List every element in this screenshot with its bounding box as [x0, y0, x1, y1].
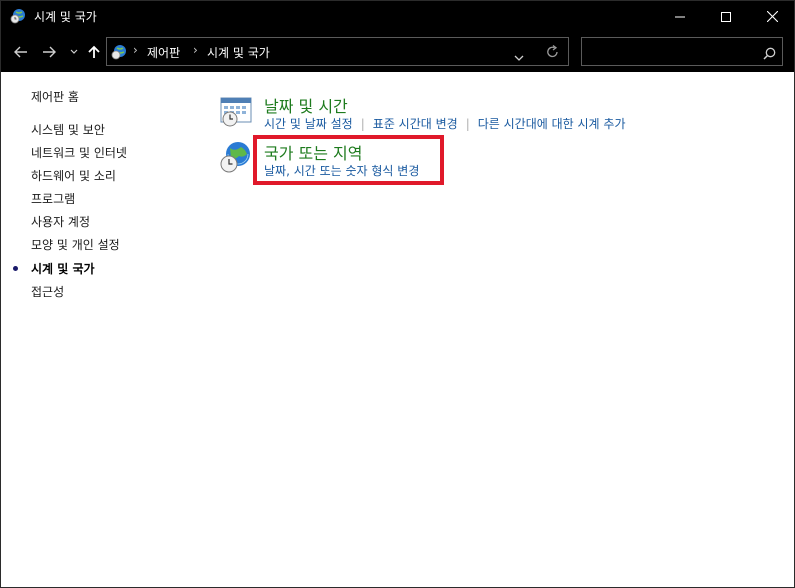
sidebar-item-control-panel-home[interactable]: 제어판 홈	[31, 88, 79, 105]
address-dropdown-button[interactable]	[514, 47, 524, 66]
up-button[interactable]	[84, 42, 104, 62]
link-add-clocks[interactable]: 다른 시간대에 대한 시계 추가	[478, 117, 626, 131]
link-divider: |	[465, 117, 470, 131]
highlight-box	[253, 135, 444, 185]
refresh-icon	[547, 44, 558, 58]
link-set-time-date[interactable]: 시간 및 날짜 설정	[264, 117, 353, 131]
minimize-button[interactable]	[657, 1, 703, 32]
category-links-date-time: 시간 및 날짜 설정 | 표준 시간대 변경 | 다른 시간대에 대한 시계 추가	[264, 115, 626, 132]
link-change-time-zone[interactable]: 표준 시간대 변경	[373, 117, 458, 131]
sidebar-item-user-accounts[interactable]: 사용자 계정	[31, 213, 90, 230]
address-bar[interactable]: › 제어판 › 시계 및 국가	[106, 37, 569, 66]
refresh-button[interactable]	[546, 44, 559, 63]
active-item-bullet-icon	[13, 266, 18, 271]
chevron-down-icon	[70, 49, 78, 54]
link-divider: |	[360, 117, 365, 131]
control-panel-icon	[111, 44, 127, 60]
sidebar-item-system-security[interactable]: 시스템 및 보안	[31, 121, 105, 138]
breadcrumb-clock-region[interactable]: 시계 및 국가	[207, 44, 270, 61]
minimize-icon	[675, 16, 685, 17]
close-icon	[766, 11, 778, 22]
search-input[interactable]	[586, 41, 756, 61]
maximize-button[interactable]	[703, 1, 749, 32]
back-button[interactable]	[11, 42, 31, 62]
breadcrumb-control-panel[interactable]: 제어판	[147, 44, 180, 61]
navigation-bar: › 제어판 › 시계 및 국가	[1, 32, 794, 72]
chevron-down-icon	[514, 55, 524, 61]
sidebar-item-appearance[interactable]: 모양 및 개인 설정	[31, 236, 120, 253]
globe-clock-icon	[219, 140, 253, 174]
up-arrow-icon	[88, 45, 100, 58]
breadcrumb-separator-icon: ›	[193, 43, 198, 57]
clock-globe-app-icon	[10, 8, 26, 24]
window-title: 시계 및 국가	[34, 10, 97, 24]
sidebar-item-clock-region[interactable]: 시계 및 국가	[31, 260, 95, 277]
back-arrow-icon	[14, 46, 27, 58]
recent-locations-button[interactable]	[64, 42, 84, 62]
forward-button[interactable]	[39, 42, 59, 62]
search-box[interactable]	[581, 37, 783, 66]
close-button[interactable]	[749, 1, 795, 32]
control-panel-window: 시계 및 국가 › 제어판 › 시계 및 국가 제어판 홈 시스템 및 보안 네…	[0, 0, 795, 588]
title-bar: 시계 및 국가	[1, 1, 794, 32]
sidebar-item-network-internet[interactable]: 네트워크 및 인터넷	[31, 144, 127, 161]
calendar-clock-icon	[219, 93, 253, 127]
category-title-date-time[interactable]: 날짜 및 시간	[264, 93, 348, 117]
sidebar-item-ease-of-access[interactable]: 접근성	[31, 283, 64, 300]
maximize-icon	[721, 11, 731, 22]
sidebar-item-programs[interactable]: 프로그램	[31, 190, 75, 207]
sidebar: 제어판 홈 시스템 및 보안 네트워크 및 인터넷 하드웨어 및 소리 프로그램…	[1, 72, 201, 587]
sidebar-item-hardware-sound[interactable]: 하드웨어 및 소리	[31, 167, 116, 184]
forward-arrow-icon	[43, 46, 56, 58]
search-icon[interactable]	[763, 45, 776, 64]
breadcrumb-separator-icon: ›	[133, 43, 138, 57]
